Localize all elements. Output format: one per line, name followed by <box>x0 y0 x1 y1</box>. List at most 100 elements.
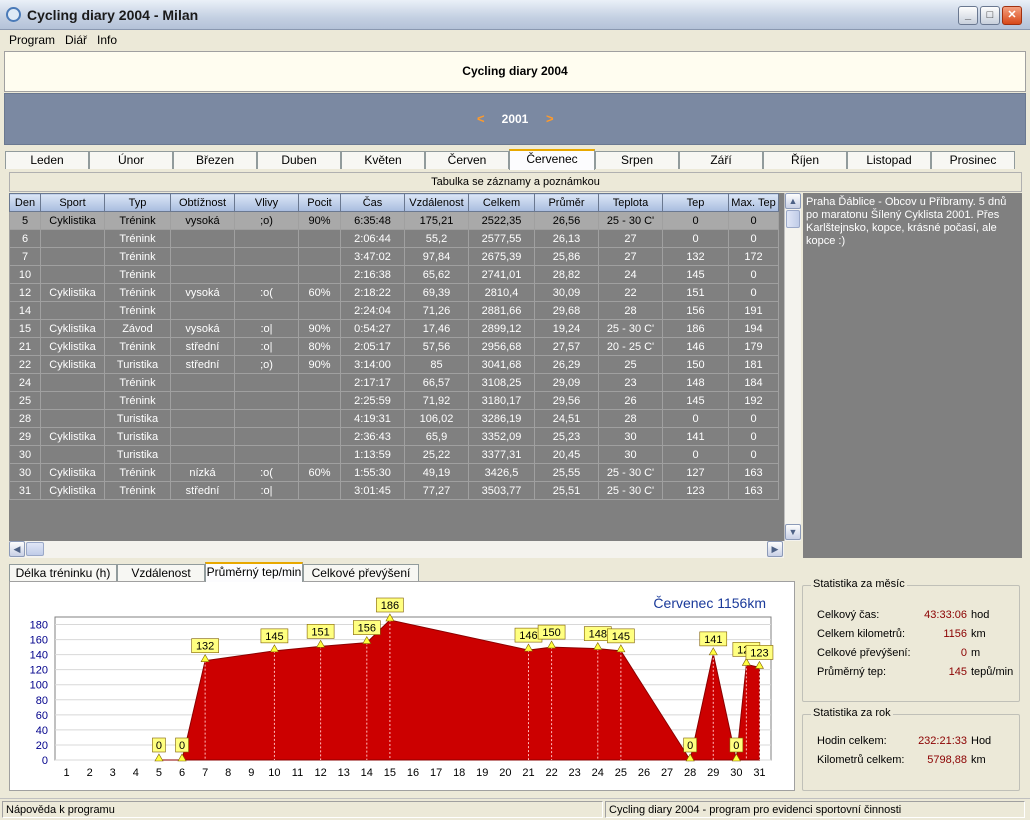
x-tick-label: 24 <box>592 767 604 779</box>
horizontal-scroll-thumb[interactable] <box>26 542 44 556</box>
tab-month-4[interactable]: Květen <box>341 151 425 169</box>
tab-month-3[interactable]: Duben <box>257 151 341 169</box>
scroll-right-icon[interactable]: ▶ <box>767 541 783 557</box>
table-row[interactable]: 31 Cyklistika Trénink střední:o| 3:01:45 77,2… <box>9 481 779 500</box>
column-header[interactable]: Celkem <box>468 193 535 212</box>
chart-tab-2[interactable]: Průměrný tep/min <box>205 562 303 582</box>
table-cell: :o| <box>234 481 299 500</box>
table-cell: Turistika <box>104 427 171 446</box>
table-row[interactable]: 14 Trénink 2:24:04 71,26 2881,66 29,68 28 156 19… <box>9 301 779 320</box>
column-header[interactable]: Teplota <box>598 193 663 212</box>
minimize-button[interactable]: _ <box>958 6 978 25</box>
table-row[interactable]: 29 Cyklistika Turistika 2:36:43 65,9 3352,09 2… <box>9 427 779 446</box>
table-horizontal-scrollbar[interactable]: ◀ ▶ <box>9 541 784 558</box>
table-row[interactable]: 21 Cyklistika Trénink střední:o| 80% 2:05:17 5… <box>9 337 779 356</box>
table-cell <box>40 265 105 284</box>
column-header[interactable]: Sport <box>40 193 105 212</box>
table-cell: 25 - 30 C' <box>598 319 663 338</box>
table-row[interactable]: 30 Turistika 1:13:59 25,22 3377,31 20,45 30 0 0 <box>9 445 779 464</box>
x-tick-label: 26 <box>638 767 650 779</box>
x-tick-label: 25 <box>615 767 627 779</box>
column-header[interactable]: Obtížnost <box>170 193 235 212</box>
table-row[interactable]: 10 Trénink 2:16:38 65,62 2741,01 28,82 24 145 0 <box>9 265 779 284</box>
column-header[interactable]: Pocit <box>298 193 341 212</box>
table-row[interactable]: 24 Trénink 2:17:17 66,57 3108,25 29,09 23 148 18… <box>9 373 779 392</box>
tab-month-10[interactable]: Listopad <box>847 151 931 169</box>
column-header[interactable]: Den <box>9 193 41 212</box>
column-header[interactable]: Typ <box>104 193 171 212</box>
column-header[interactable]: Max. Tep <box>728 193 779 212</box>
table-row[interactable]: 15 Cyklistika Závod vysoká:o| 90% 0:54:27 17,4… <box>9 319 779 338</box>
table-cell: 163 <box>728 463 779 482</box>
menu-info[interactable]: Info <box>92 30 122 47</box>
tab-month-9[interactable]: Říjen <box>763 151 847 169</box>
table-row[interactable]: 22 Cyklistika Turistika střední ;o) 90% 3:14:0… <box>9 355 779 374</box>
table-cell: střední <box>170 355 235 374</box>
stat-value: 232:21:33 <box>918 735 967 747</box>
table-cell: 132 <box>662 247 729 266</box>
table-vertical-scrollbar[interactable]: ▲ ▼ <box>784 193 801 541</box>
note-panel[interactable]: Praha Ďáblice - Obcov u Příbramy. 5 dnů … <box>803 193 1022 558</box>
table-row[interactable]: 6 Trénink 2:06:44 55,2 2577,55 26,13 27 0 0 <box>9 229 779 248</box>
table-row[interactable]: 5 Cyklistika Trénink vysoká ;o) 90% 6:35:48 175… <box>9 211 779 230</box>
scroll-down-icon[interactable]: ▼ <box>785 524 801 540</box>
table-row[interactable]: 30 Cyklistika Trénink nízká:o(60% 1:55:30 49,… <box>9 463 779 482</box>
tab-month-2[interactable]: Březen <box>173 151 257 169</box>
table-cell <box>40 391 105 410</box>
table-cell: 29,68 <box>534 301 599 320</box>
table-cell: 22 <box>598 283 663 302</box>
tab-month-11[interactable]: Prosinec <box>931 151 1015 169</box>
table-cell <box>170 301 235 320</box>
x-tick-label: 14 <box>361 767 373 779</box>
table-cell: 2956,68 <box>468 337 535 356</box>
table-cell: 1:55:30 <box>340 463 405 482</box>
table-row[interactable]: 12 Cyklistika Trénink vysoká:o(60% 2:18:22 69… <box>9 283 779 302</box>
table-cell: 30 <box>9 463 41 482</box>
data-label: 186 <box>381 600 399 612</box>
tab-month-5[interactable]: Červen <box>425 151 509 169</box>
maximize-button[interactable]: □ <box>980 6 1000 25</box>
tab-month-7[interactable]: Srpen <box>595 151 679 169</box>
table-cell: 2810,4 <box>468 283 535 302</box>
column-header[interactable]: Vzdálenost <box>404 193 469 212</box>
table-cell: 179 <box>728 337 779 356</box>
table-cell: 28 <box>9 409 41 428</box>
column-header[interactable]: Čas <box>340 193 405 212</box>
tab-month-0[interactable]: Leden <box>5 151 89 169</box>
chart-tab-3[interactable]: Celkové převýšení (m) <box>303 564 419 596</box>
table-cell <box>234 301 299 320</box>
vertical-scroll-thumb[interactable] <box>786 210 800 228</box>
x-tick-label: 23 <box>569 767 581 779</box>
column-header[interactable]: Průměr <box>534 193 599 212</box>
table-cell: 71,26 <box>404 301 469 320</box>
column-header[interactable]: Tep <box>662 193 729 212</box>
x-tick-label: 15 <box>384 767 396 779</box>
scroll-left-icon[interactable]: ◀ <box>9 541 25 557</box>
menu-program[interactable]: Program <box>4 30 60 47</box>
table-row[interactable]: 7 Trénink 3:47:02 97,84 2675,39 25,86 27 132 172 <box>9 247 779 266</box>
table-cell <box>298 427 341 446</box>
table-cell <box>170 265 235 284</box>
table-cell <box>234 445 299 464</box>
tab-month-8[interactable]: Září <box>679 151 763 169</box>
table-cell: 148 <box>662 373 729 392</box>
table-cell: 2:17:17 <box>340 373 405 392</box>
scroll-up-icon[interactable]: ▲ <box>785 193 801 209</box>
column-header[interactable]: Vlivy <box>234 193 299 212</box>
menu-diar[interactable]: Diář <box>60 30 92 47</box>
table-cell: 2:06:44 <box>340 229 405 248</box>
next-year-button[interactable]: > <box>546 111 554 126</box>
table-cell: vysoká <box>170 319 235 338</box>
tab-month-6[interactable]: Červenec <box>509 149 595 170</box>
table-row[interactable]: 28 Turistika 4:19:31 106,02 3286,19 24,51 28 0 0 <box>9 409 779 428</box>
table-cell: 25,55 <box>534 463 599 482</box>
tab-month-1[interactable]: Únor <box>89 151 173 169</box>
stat-label: Hodin celkem: <box>817 735 887 747</box>
table-row[interactable]: 25 Trénink 2:25:59 71,92 3180,17 29,56 26 145 19… <box>9 391 779 410</box>
y-tick-label: 160 <box>30 635 48 647</box>
chart-tab-0[interactable]: Délka tréninku (h) % <box>9 564 117 596</box>
close-button[interactable]: ✕ <box>1002 6 1022 25</box>
chart-tab-1[interactable]: Vzdálenost (km) <box>117 564 205 596</box>
stat-value: 5798,88 <box>927 754 967 766</box>
table-cell: 30 <box>598 445 663 464</box>
